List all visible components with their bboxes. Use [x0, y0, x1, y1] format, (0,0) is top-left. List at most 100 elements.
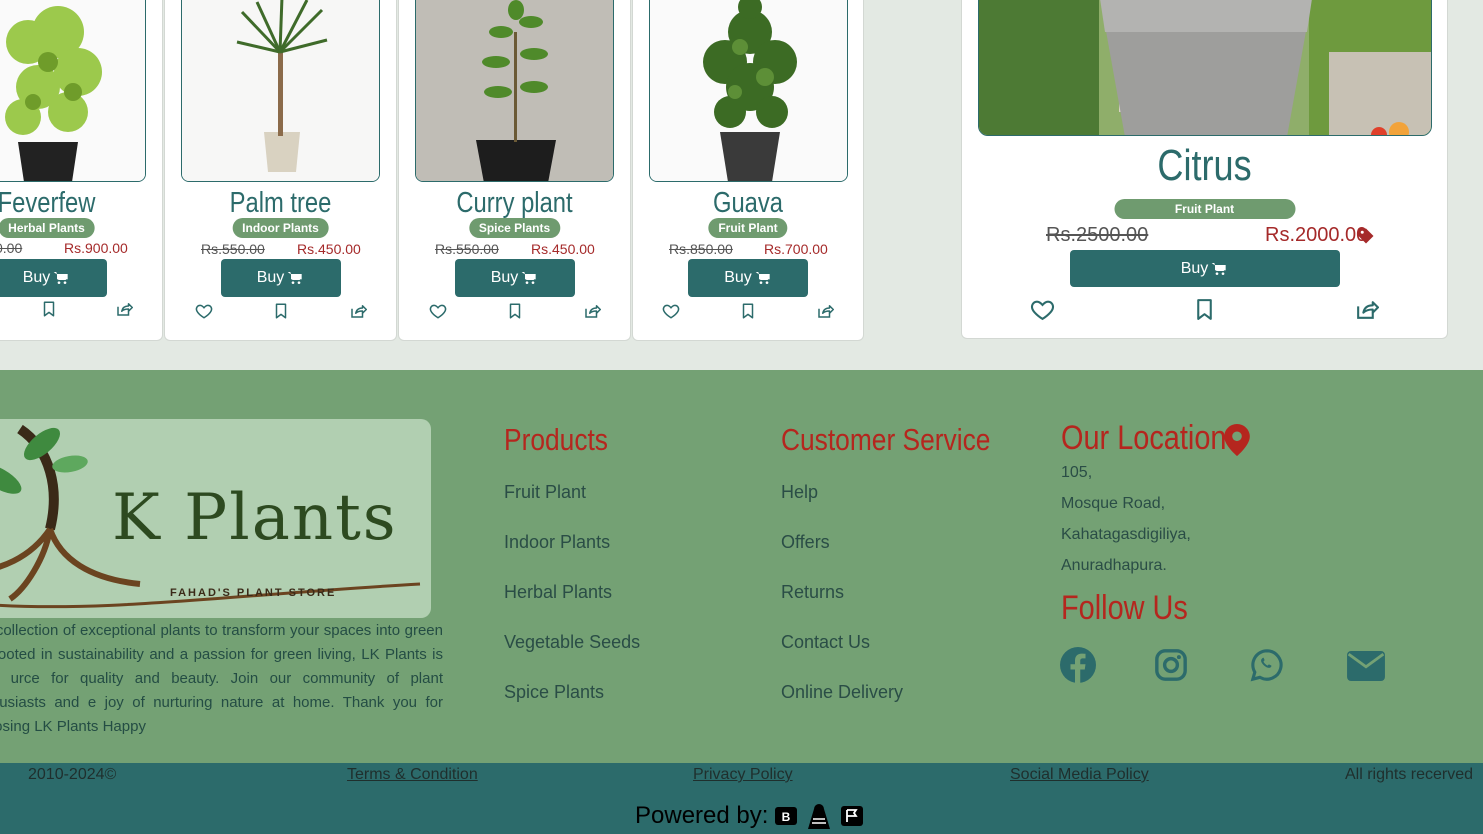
social-media-policy-link[interactable]: Social Media Policy — [1010, 766, 1149, 784]
instagram-icon[interactable] — [1154, 648, 1188, 682]
heart-icon[interactable] — [1030, 297, 1055, 322]
heart-icon[interactable] — [662, 302, 680, 320]
old-price: Rs.550.00 — [201, 241, 265, 257]
footer-link-fruit-plant[interactable]: Fruit Plant — [504, 482, 586, 503]
heart-icon[interactable] — [429, 302, 447, 320]
bookmark-icon[interactable] — [1192, 297, 1217, 322]
bookmark-icon[interactable] — [40, 300, 58, 318]
product-name[interactable]: Guava — [654, 187, 843, 220]
product-section: Feverfew Herbal Plants 0.00 Rs.900.00 Bu… — [0, 0, 1483, 370]
category-badge[interactable]: Spice Plants — [468, 218, 561, 238]
product-image[interactable] — [0, 0, 146, 182]
footer-link-online-delivery[interactable]: Online Delivery — [781, 682, 903, 703]
buy-label: Buy — [490, 269, 519, 286]
cart-icon — [754, 270, 772, 286]
cart-icon — [286, 270, 304, 286]
bootstrap-icon[interactable]: B — [774, 804, 798, 828]
share-icon[interactable] — [816, 302, 834, 320]
product-card: Palm tree Indoor Plants Rs.550.00 Rs.450… — [164, 0, 397, 341]
product-name[interactable]: Feverfew — [0, 187, 141, 220]
heart-icon[interactable] — [195, 302, 213, 320]
address-line: Anuradhapura. — [1061, 557, 1167, 574]
product-image[interactable] — [415, 0, 614, 182]
product-name[interactable]: Citrus — [1006, 141, 1404, 191]
product-image[interactable] — [649, 0, 848, 182]
price-tag-icon — [1358, 228, 1374, 244]
share-icon[interactable] — [349, 302, 367, 320]
buy-button[interactable]: Buy — [0, 259, 107, 297]
share-icon[interactable] — [115, 300, 133, 318]
facebook-icon[interactable] — [1060, 647, 1096, 683]
product-image[interactable] — [978, 0, 1432, 136]
store-logo[interactable]: K Plants FAHAD'S PLANT STORE — [0, 419, 431, 618]
old-price: Rs.550.00 — [435, 241, 499, 257]
old-price: 0.00 — [0, 240, 23, 256]
buy-label: Buy — [1180, 259, 1209, 277]
envelope-icon[interactable] — [1347, 651, 1385, 681]
location-heading: Our Location — [1061, 419, 1227, 457]
site-footer: K Plants FAHAD'S PLANT STORE e a collect… — [0, 370, 1483, 763]
cart-icon — [520, 270, 538, 286]
bookmark-icon[interactable] — [739, 302, 757, 320]
category-badge[interactable]: Fruit Plant — [708, 218, 788, 238]
bottom-bar: 2010-2024© Terms & Condition Privacy Pol… — [0, 763, 1483, 834]
footer-link-indoor-plants[interactable]: Indoor Plants — [504, 532, 610, 553]
copyright-text: 2010-2024© — [28, 766, 117, 783]
bookmark-icon[interactable] — [506, 302, 524, 320]
footer-link-help[interactable]: Help — [781, 482, 818, 503]
terms-link[interactable]: Terms & Condition — [347, 766, 478, 784]
product-name[interactable]: Palm tree — [186, 187, 375, 220]
new-price: Rs.2000.00 — [1265, 224, 1368, 246]
buy-button[interactable]: Buy — [220, 259, 341, 297]
bookmark-icon[interactable] — [272, 302, 290, 320]
address-line: 105, — [1061, 464, 1093, 481]
new-price: Rs.450.00 — [531, 241, 595, 257]
logo-text: K Plants — [112, 481, 398, 555]
old-price: Rs.2500.00 — [1046, 224, 1149, 246]
product-card: Curry plant Spice Plants Rs.550.00 Rs.45… — [398, 0, 631, 341]
follow-us-heading: Follow Us — [1061, 589, 1188, 627]
old-price: Rs.850.00 — [669, 241, 733, 257]
rights-text: All rights recerved — [1345, 766, 1474, 783]
about-text: e a collection of exceptional plants to … — [0, 622, 443, 735]
share-icon[interactable] — [1354, 297, 1379, 322]
footer-link-vegetable-seeds[interactable]: Vegetable Seeds — [504, 632, 640, 653]
powered-by: Powered by: B — [635, 801, 864, 831]
privacy-policy-link[interactable]: Privacy Policy — [693, 766, 793, 784]
footer-link-herbal-plants[interactable]: Herbal Plants — [504, 582, 612, 603]
share-icon[interactable] — [583, 302, 601, 320]
cart-icon — [1210, 261, 1228, 277]
cart-icon — [52, 270, 70, 286]
new-price: Rs.900.00 — [64, 240, 128, 256]
new-price: Rs.450.00 — [297, 241, 361, 257]
footer-link-spice-plants[interactable]: Spice Plants — [504, 682, 604, 703]
address-line: Kahatagasdigiliya, — [1061, 526, 1191, 543]
buy-button[interactable]: Buy — [1069, 250, 1340, 287]
buy-button[interactable]: Buy — [454, 259, 575, 297]
new-price: Rs.700.00 — [764, 241, 828, 257]
product-image[interactable] — [181, 0, 380, 182]
category-badge[interactable]: Fruit Plant — [1114, 199, 1295, 219]
footer-link-contact-us[interactable]: Contact Us — [781, 632, 870, 653]
address-line: Mosque Road, — [1061, 495, 1166, 512]
buy-button[interactable]: Buy — [688, 259, 808, 297]
footer-link-returns[interactable]: Returns — [781, 582, 844, 603]
product-card: Guava Fruit Plant Rs.850.00 Rs.700.00 Bu… — [632, 0, 864, 341]
framework-icon[interactable] — [804, 801, 834, 831]
logo-tagline: FAHAD'S PLANT STORE — [170, 587, 337, 599]
svg-text:B: B — [782, 810, 791, 824]
powered-by-label: Powered by: — [635, 802, 769, 829]
buy-label: Buy — [22, 269, 51, 286]
featured-product-card: Citrus Fruit Plant Rs.2500.00 Rs.2000.00… — [961, 0, 1448, 339]
map-pin-icon — [1224, 424, 1250, 456]
buy-label: Buy — [256, 269, 285, 286]
footer-link-offers[interactable]: Offers — [781, 532, 830, 553]
category-badge[interactable]: Indoor Plants — [232, 218, 329, 238]
product-card: Feverfew Herbal Plants 0.00 Rs.900.00 Bu… — [0, 0, 163, 341]
customer-service-heading: Customer Service — [781, 422, 991, 457]
whatsapp-icon[interactable] — [1250, 648, 1284, 682]
category-badge[interactable]: Herbal Plants — [0, 218, 95, 238]
product-name[interactable]: Curry plant — [420, 187, 609, 220]
flag-icon[interactable] — [840, 804, 864, 828]
products-heading: Products — [504, 422, 608, 457]
